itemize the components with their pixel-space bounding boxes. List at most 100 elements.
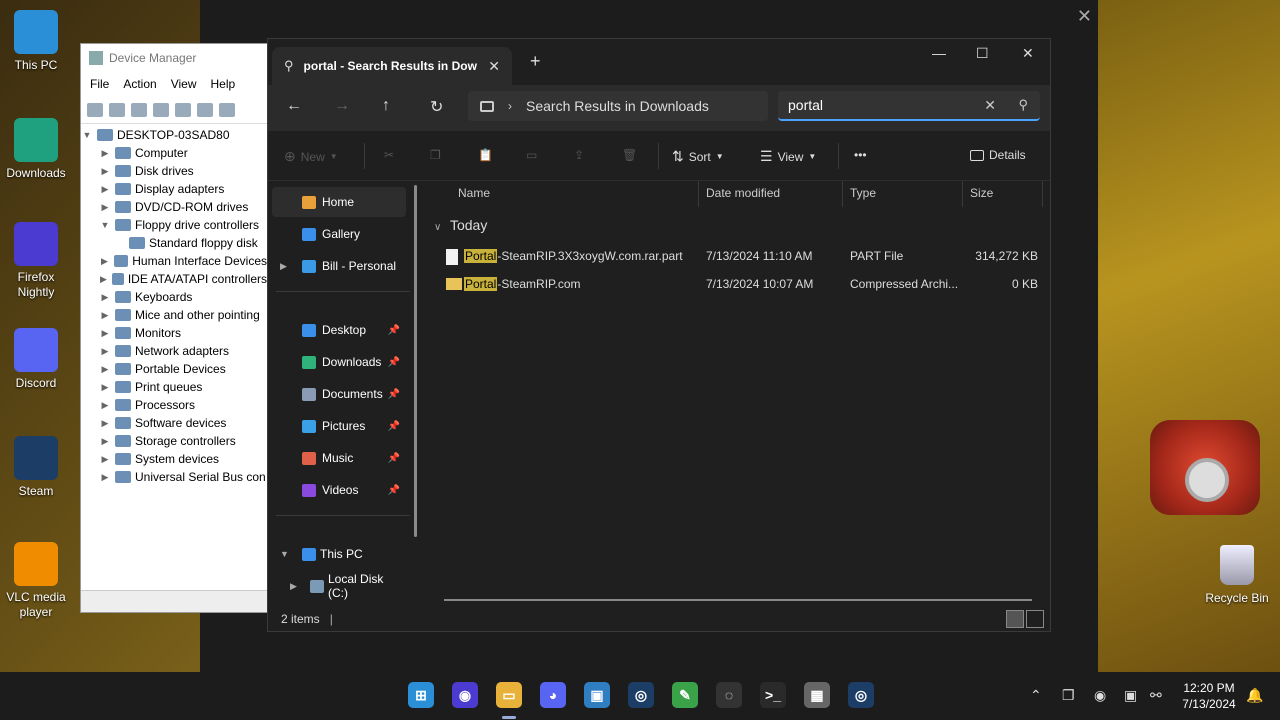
chevron-right-icon[interactable]: ▶ [99,418,111,429]
tree-node[interactable]: ▶ Portable Devices [81,360,267,378]
recycle-bin[interactable]: Recycle Bin [1200,545,1274,605]
pin-icon[interactable]: 📌 [388,453,400,464]
chevron-right-icon[interactable]: ▶ [99,274,108,285]
steam-alt-icon[interactable]: ◎ [848,682,874,708]
tab-search-results[interactable]: ⚲ portal - Search Results in Dow ✕ [272,47,512,85]
chevron-right-icon[interactable]: ▶ [99,148,111,159]
chevron-right-icon[interactable]: ▶ [99,292,111,303]
desktop-icon-vlc[interactable]: VLC media player [0,542,72,620]
menu-item[interactable]: Help [204,77,243,91]
address-bar[interactable]: › Search Results in Downloads [468,91,768,121]
steam-icon[interactable]: ◎ [628,682,654,708]
delete-icon[interactable]: 🗑 [622,148,637,162]
tree-node[interactable]: ▶ IDE ATA/ATAPI controllers [81,270,267,288]
tree-node[interactable]: ▼ Floppy drive controllers [81,216,267,234]
chevron-right-icon[interactable]: ▶ [99,382,111,393]
file-row[interactable]: Portal-SteamRIP.com 7/13/2024 10:07 AM Com… [442,271,1042,297]
nav-item-videos[interactable]: Videos 📌 [272,475,406,505]
chevron-up-icon[interactable]: ⌃ [1030,687,1042,704]
nav-item-this-pc[interactable]: ▼ This PC [272,539,406,569]
chevron-right-icon[interactable]: ▶ [99,202,111,213]
tree-node[interactable]: ▶ Computer [81,144,267,162]
help-icon[interactable] [153,102,169,117]
sort-button[interactable]: ⇅ Sort ▼ [672,148,724,165]
maximize-icon[interactable]: ☐ [976,45,989,62]
column-header-type[interactable]: Type [850,186,876,200]
rename-icon[interactable]: ▭ [526,148,537,162]
explorer-titlebar[interactable]: ⚲ portal - Search Results in Dow ✕ + — ☐… [268,39,1050,85]
back-arrow-icon[interactable]: ← [286,97,302,115]
tree-node[interactable]: ▶ Keyboards [81,288,267,306]
menu-item[interactable]: File [83,77,116,91]
tree-node[interactable]: Standard floppy disk [81,234,267,252]
column-divider[interactable] [698,181,699,207]
chevron-right-icon[interactable]: ▶ [99,364,111,375]
large-icons-view-icon[interactable] [1026,610,1044,628]
tree-node[interactable]: ▶ Monitors [81,324,267,342]
tree-node[interactable]: ▶ Network adapters [81,342,267,360]
nav-item-music[interactable]: Music 📌 [272,443,406,473]
chevron-down-icon[interactable]: ▼ [81,130,93,140]
device-manager-titlebar[interactable]: Device Manager [81,44,267,72]
properties-icon[interactable] [131,102,147,117]
nav-item-downloads[interactable]: Downloads 📌 [272,347,406,377]
paste-icon[interactable]: 📋 [478,148,493,162]
clear-search-icon[interactable]: ✕ [984,97,996,114]
details-button[interactable]: Details [970,148,1026,162]
details-icon[interactable] [175,102,191,117]
new-button[interactable]: ⊕ New ▼ [284,148,338,165]
discord-icon[interactable]: ◕ [540,682,566,708]
device-manager-window[interactable]: Device Manager File Action View Help ▼ DESK… [80,43,268,613]
notepadpp-icon[interactable]: ✎ [672,682,698,708]
desktop-icon-discord[interactable]: Discord [0,328,72,391]
tree-node[interactable]: ▶ Storage controllers [81,432,267,450]
chevron-right-icon[interactable]: ▶ [99,328,111,339]
search-box[interactable]: ✕ ⚲ [778,91,1040,121]
column-divider[interactable] [842,181,843,207]
chevron-right-icon[interactable]: ▶ [99,184,111,195]
desktop-icon-firefox-nightly[interactable]: Firefox Nightly [0,222,72,300]
pin-icon[interactable]: 📌 [388,325,400,336]
tree-node[interactable]: ▶ Universal Serial Bus con [81,468,267,486]
scan-icon[interactable] [197,102,213,117]
cut-icon[interactable]: ✂ [384,148,394,162]
pin-icon[interactable]: 📌 [388,421,400,432]
nav-item-pictures[interactable]: Pictures 📌 [272,411,406,441]
forward-icon[interactable] [109,102,125,117]
column-header-date[interactable]: Date modified [706,186,780,200]
file-explorer-window[interactable]: ⚲ portal - Search Results in Dow ✕ + — ☐… [267,38,1051,632]
nav-item-local-disk[interactable]: ▶ Local Disk (C:) [272,571,406,601]
group-header-today[interactable]: ∨ Today [434,217,487,233]
tree-node[interactable]: ▶ Software devices [81,414,267,432]
nav-item-documents[interactable]: Documents 📌 [272,379,406,409]
device-manager-icon[interactable]: ▦ [804,682,830,708]
view-button[interactable]: ☰ View ▼ [760,148,816,165]
nav-scrollbar[interactable] [414,185,417,537]
chevron-right-icon[interactable]: ▶ [99,346,111,357]
nav-item-home[interactable]: Home [272,187,406,217]
menu-item[interactable]: Action [116,77,163,91]
chevron-right-icon[interactable]: ▶ [99,400,111,411]
nav-item-onedrive[interactable]: ▶ Bill - Personal [272,251,406,281]
tree-node[interactable]: ▶ Print queues [81,378,267,396]
details-view-icon[interactable] [1006,610,1024,628]
tree-root[interactable]: ▼ DESKTOP-03SAD80 [81,126,267,144]
tree-node[interactable]: ▶ Human Interface Devices [81,252,267,270]
copy-icon[interactable]: ❐ [430,148,441,162]
tree-node[interactable]: ▶ Mice and other pointing [81,306,267,324]
menu-item[interactable]: View [164,77,204,91]
display-icon[interactable]: ▣ [1124,687,1137,704]
horizontal-scrollbar[interactable] [444,599,1032,601]
breadcrumb[interactable]: Search Results in Downloads [526,98,709,114]
search-input[interactable] [788,97,958,113]
chevron-right-icon[interactable]: ▶ [99,472,111,483]
tree-node[interactable]: ▶ Display adapters [81,180,267,198]
virtualbox-icon[interactable]: ▣ [584,682,610,708]
tree-node[interactable]: ▶ Processors [81,396,267,414]
file-explorer-icon[interactable]: ▭ [496,682,522,708]
chevron-down-icon[interactable]: ▼ [280,549,289,559]
up-arrow-icon[interactable]: ↑ [382,97,390,115]
chevron-right-icon[interactable]: ▶ [99,310,111,321]
chevron-right-icon[interactable]: ▶ [99,454,111,465]
column-header-size[interactable]: Size [970,186,993,200]
